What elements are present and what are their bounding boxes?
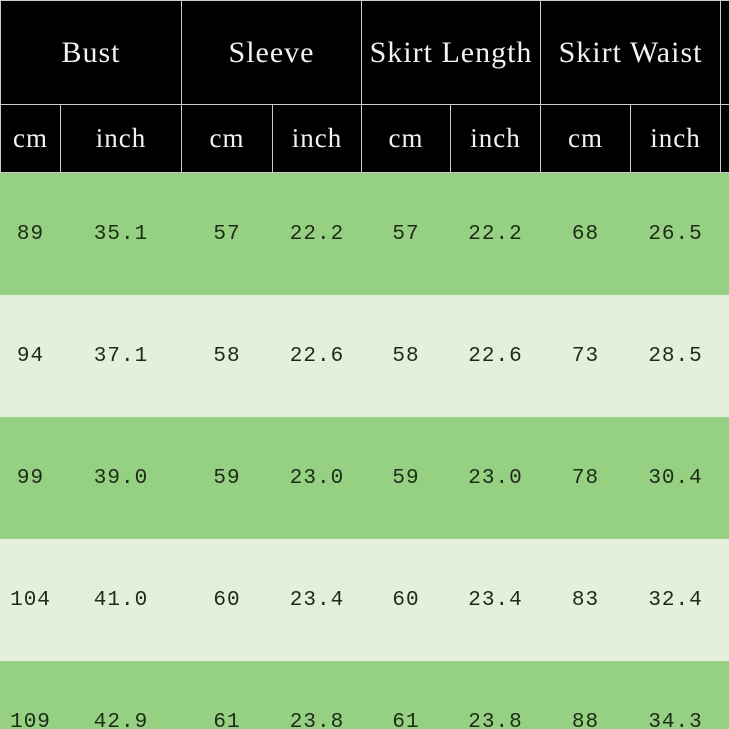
cell-shoulder-cm: 42 [720,539,729,661]
size-chart-header: Size Bust Sleeve Skirt Length Skirt Wais… [0,0,729,173]
header-unit-bust-cm: cm [0,104,61,173]
header-unit-bust-inch: inch [60,104,182,173]
cell-shoulder-cm: 39 [720,172,729,295]
cell-bust-cm: 104 [0,539,61,661]
cell-sleeve-cm: 58 [181,295,273,417]
header-unit-skirt-length-cm: cm [361,104,451,173]
header-unit-sleeve-cm: cm [181,104,273,173]
header-group-skirt-length: Skirt Length [360,0,542,105]
size-chart-table: Size Bust Sleeve Skirt Length Skirt Wais… [0,0,729,729]
cell-skirt-waist-inch: 26.5 [630,172,721,295]
header-group-bust: Bust [0,0,182,105]
cell-skirt-waist-inch: 32.4 [630,539,721,661]
cell-bust-inch: 35.1 [60,172,182,295]
size-chart-body: 89 35.1 57 22.2 57 22.2 68 26.5 39 15.2 … [0,172,729,729]
cell-skirt-length-cm: 61 [361,661,451,729]
header-unit-row: cm inch cm inch cm inch cm inch cm inch [0,104,729,173]
cell-skirt-length-cm: 60 [361,539,451,661]
header-group-row: Size Bust Sleeve Skirt Length Skirt Wais… [0,0,729,173]
header-unit-skirt-waist-cm: cm [540,104,632,173]
cell-sleeve-cm: 59 [181,417,273,539]
cell-sleeve-cm: 61 [181,661,273,729]
cell-skirt-length-inch: 23.4 [450,539,541,661]
cell-skirt-waist-inch: 34.3 [630,661,721,729]
cell-bust-inch: 41.0 [60,539,182,661]
header-unit-shoulder-cm: cm [720,104,729,173]
cell-sleeve-cm: 60 [181,539,273,661]
cell-skirt-waist-cm: 73 [540,295,631,417]
cell-sleeve-inch: 23.8 [272,661,362,729]
cell-skirt-length-inch: 22.2 [450,172,541,295]
cell-bust-inch: 39.0 [60,417,182,539]
cell-bust-inch: 37.1 [60,295,182,417]
cell-skirt-length-inch: 23.8 [450,661,541,729]
cell-sleeve-cm: 57 [181,172,273,295]
size-chart-viewport: Size Bust Sleeve Skirt Length Skirt Wais… [0,0,729,729]
cell-skirt-length-inch: 23.0 [450,417,541,539]
table-row: 109 42.9 61 23.8 61 23.8 88 34.3 43 16.8 [0,661,729,729]
cell-bust-cm: 94 [0,295,61,417]
cell-sleeve-inch: 23.0 [272,417,362,539]
cell-shoulder-cm: 41 [720,417,729,539]
cell-skirt-waist-cm: 78 [540,417,631,539]
table-row: 94 37.1 58 22.6 58 22.6 73 28.5 40 15.6 [0,295,729,417]
cell-skirt-length-cm: 57 [361,172,451,295]
header-group-shoulder: Shoulder [720,0,729,105]
cell-bust-inch: 42.9 [60,661,182,729]
header-unit-skirt-length-inch: inch [449,104,542,173]
cell-bust-cm: 99 [0,417,61,539]
cell-skirt-length-cm: 59 [361,417,451,539]
cell-skirt-waist-inch: 30.4 [630,417,721,539]
cell-sleeve-inch: 22.6 [272,295,362,417]
table-row: 99 39.0 59 23.0 59 23.0 78 30.4 41 16.0 [0,417,729,539]
cell-bust-cm: 109 [0,661,61,729]
cell-skirt-length-inch: 22.6 [450,295,541,417]
cell-skirt-waist-cm: 83 [540,539,631,661]
cell-shoulder-cm: 43 [720,661,729,729]
header-group-skirt-waist: Skirt Waist [540,0,722,105]
table-row: 104 41.0 60 23.4 60 23.4 83 32.4 42 16.4 [0,539,729,661]
header-group-sleeve: Sleeve [181,0,362,105]
cell-bust-cm: 89 [0,172,61,295]
cell-shoulder-cm: 40 [720,295,729,417]
header-unit-skirt-waist-inch: inch [630,104,722,173]
cell-skirt-waist-cm: 68 [540,172,631,295]
cell-sleeve-inch: 23.4 [272,539,362,661]
cell-skirt-waist-inch: 28.5 [630,295,721,417]
cell-skirt-waist-cm: 88 [540,661,631,729]
cell-sleeve-inch: 22.2 [272,172,362,295]
table-row: 89 35.1 57 22.2 57 22.2 68 26.5 39 15.2 [0,172,729,295]
cell-skirt-length-cm: 58 [361,295,451,417]
header-unit-sleeve-inch: inch [272,104,362,173]
size-chart-shift: Size Bust Sleeve Skirt Length Skirt Wais… [0,0,729,729]
